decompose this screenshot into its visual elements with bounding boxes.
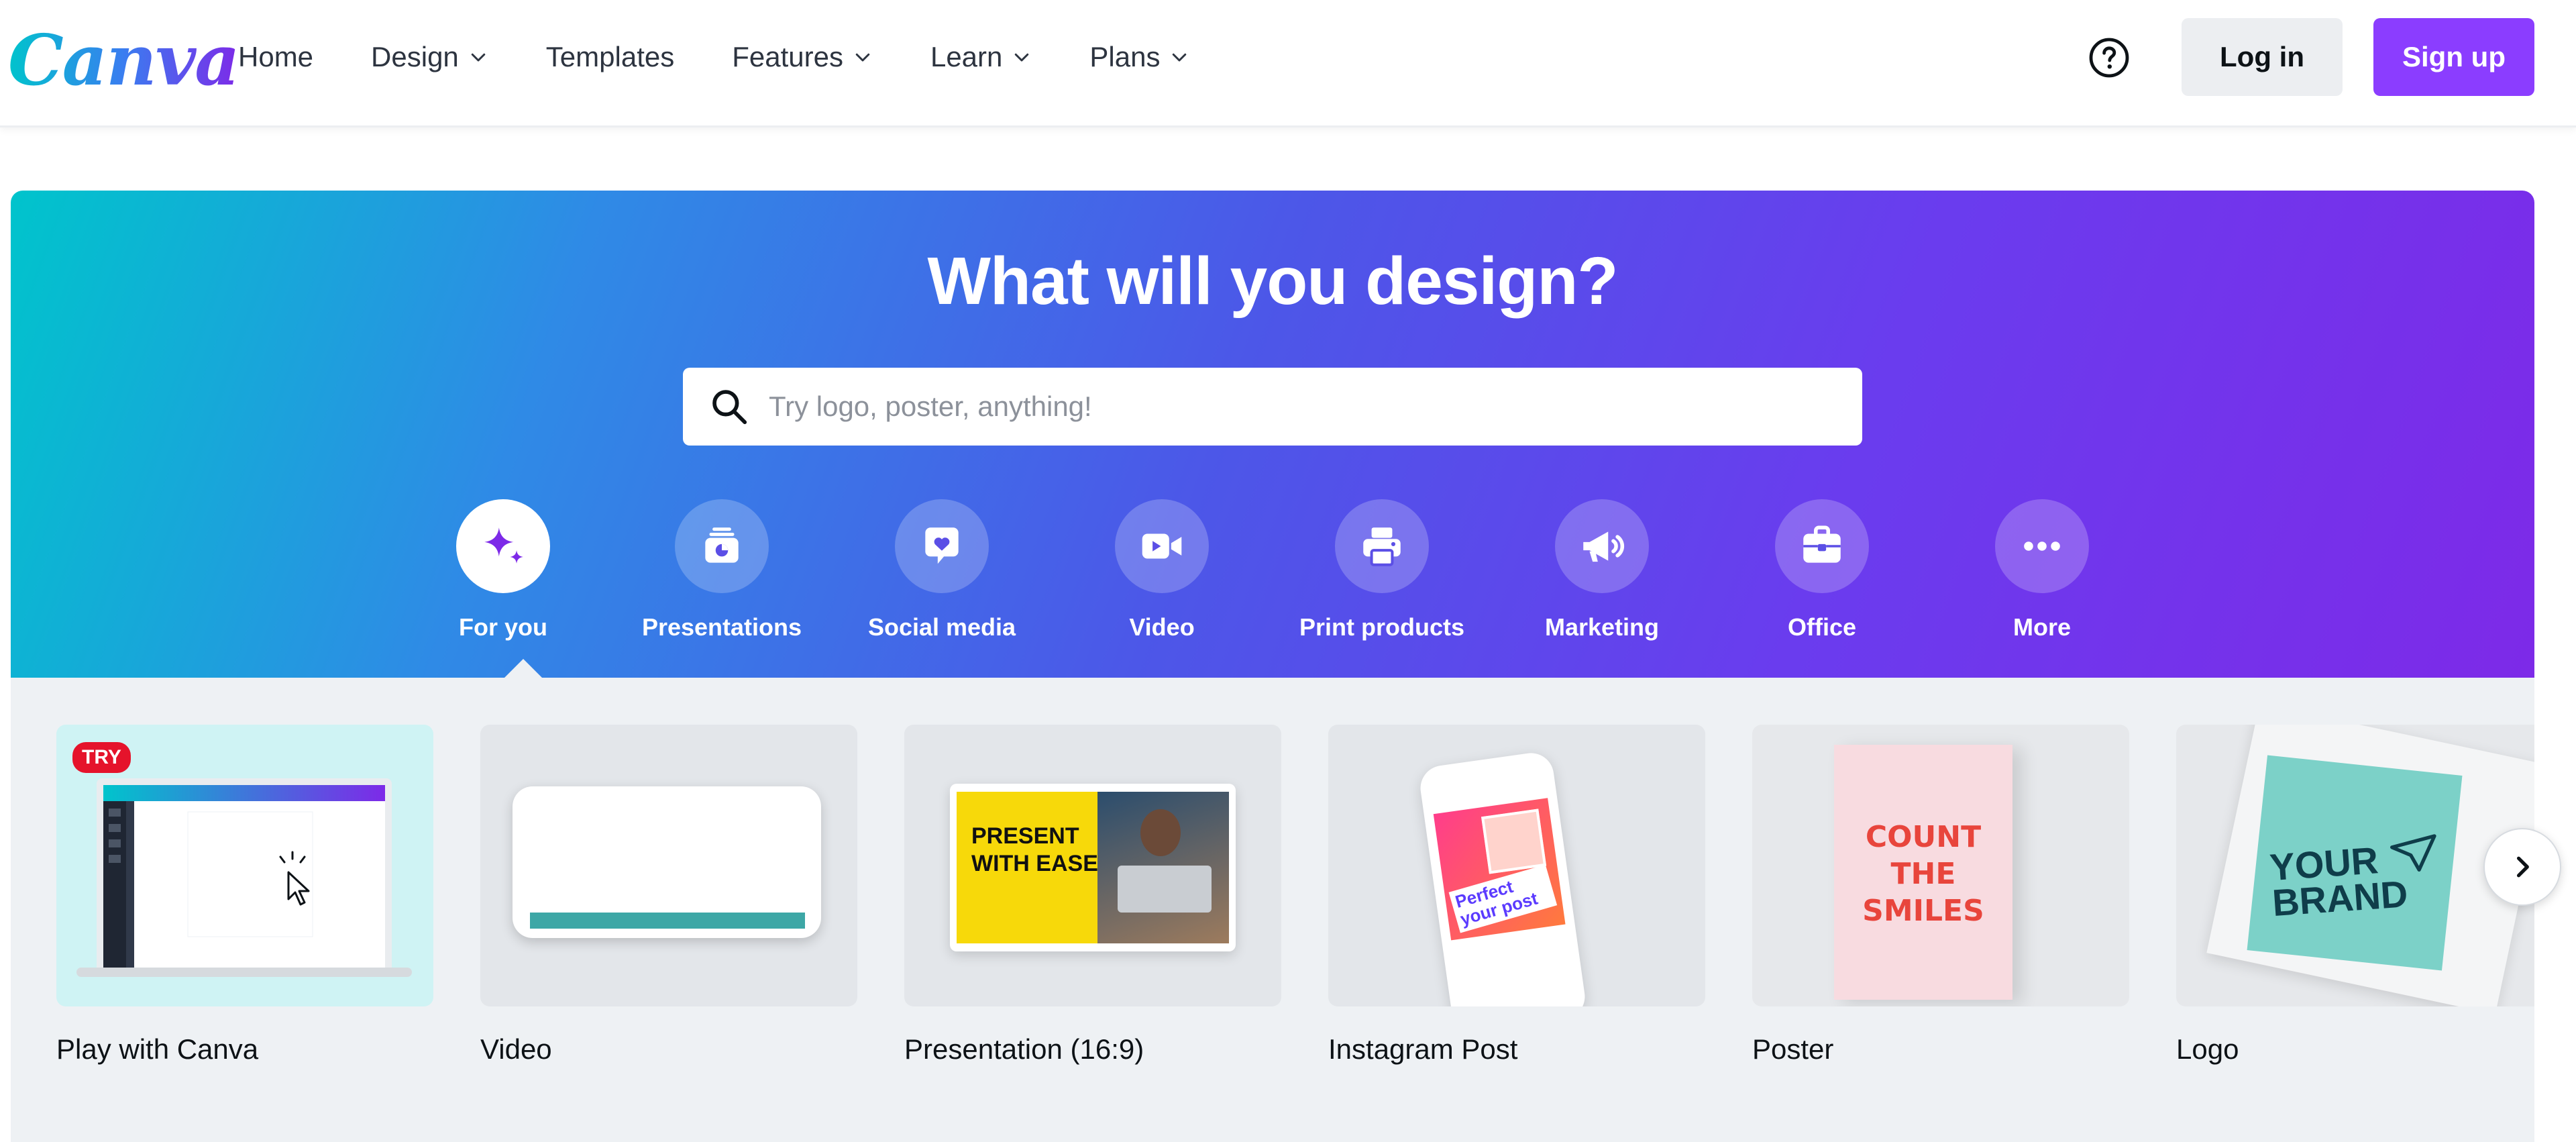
laptop-shape: [1118, 866, 1212, 913]
printer-icon: [1363, 527, 1401, 566]
video-preview: Clear your mind through yoga and meditat…: [530, 797, 805, 929]
nav-features-label: Features: [732, 41, 843, 72]
card-thumbnail: YOUR BRAND: [2176, 725, 2534, 1006]
category-label: More: [2012, 613, 2071, 641]
card-title: Logo: [2176, 1033, 2239, 1065]
card-title: Poster: [1752, 1033, 1834, 1065]
category-label: Presentations: [641, 613, 802, 641]
chevron-down-icon: [1015, 53, 1029, 62]
chevron-right-icon: [2516, 856, 2529, 878]
signup-button[interactable]: Sign up: [2373, 18, 2534, 96]
category-label: Office: [1787, 613, 1857, 641]
category-label: Social media: [867, 613, 1016, 641]
hero-title: What will you design?: [927, 244, 1619, 319]
presentation-icon: [705, 527, 739, 563]
card-title: Play with Canva: [56, 1033, 259, 1065]
video-thumb-text: Clear your mind through yoga and meditat…: [550, 812, 667, 909]
nav-plans-label: Plans: [1089, 41, 1161, 72]
nav-plans[interactable]: Plans: [1089, 41, 1189, 73]
slide-thumb-text: PRESENT WITH EASE: [971, 823, 1098, 877]
nav-templates[interactable]: Templates: [546, 41, 674, 73]
card-video[interactable]: Clear your mind through yoga and meditat…: [480, 725, 857, 1066]
chevron-down-icon: [855, 53, 870, 62]
briefcase-icon: [1803, 525, 1841, 563]
card-thumbnail: Clear your mind through yoga and meditat…: [480, 725, 857, 1006]
category-presentations[interactable]: Presentations: [628, 499, 816, 641]
post-preview: Perfect your post: [1433, 798, 1566, 941]
nav-home-label: Home: [238, 41, 314, 72]
phone-frame: Clear your mind through yoga and meditat…: [513, 786, 821, 938]
card-instagram-post[interactable]: Perfect your post Instagram Post: [1328, 725, 1705, 1066]
nav-learn-label: Learn: [930, 41, 1003, 72]
login-button[interactable]: Log in: [2182, 18, 2343, 96]
poster-thumb-text: COUNT THE SMILES: [1862, 820, 1984, 928]
sparkle-icon: [484, 527, 523, 564]
paper-plane-icon: [2390, 834, 2436, 872]
slide-preview: PRESENT WITH EASE: [957, 792, 1229, 943]
design-types-carousel: TRY Play with Canva Clear your mind thro…: [11, 678, 2534, 1142]
post-thumb-text: Perfect your post: [1448, 864, 1558, 933]
nav-design-label: Design: [371, 41, 459, 72]
card-poster[interactable]: COUNT THE SMILES Poster: [1752, 725, 2129, 1066]
category-label: Print products: [1299, 613, 1464, 641]
carousel-next-button[interactable]: [2483, 828, 2561, 906]
active-category-pointer: [503, 659, 543, 679]
question-circle-icon[interactable]: [2088, 36, 2131, 79]
card-thumbnail: TRY: [56, 725, 433, 1006]
card-title: Video: [480, 1033, 552, 1065]
logo-square: YOUR BRAND: [2247, 755, 2463, 971]
canva-logo[interactable]: Canva: [8, 19, 240, 101]
card-thumbnail: COUNT THE SMILES: [1752, 725, 2129, 1006]
more-dots-icon: [2024, 541, 2060, 551]
chevron-down-icon: [471, 53, 486, 62]
slide-frame: PRESENT WITH EASE: [950, 784, 1236, 951]
category-video[interactable]: Video: [1068, 499, 1256, 641]
main-nav: Home Design Templates Features Learn Pla…: [238, 0, 1247, 114]
category-more[interactable]: More: [1948, 499, 2136, 641]
design-search-bar[interactable]: [683, 368, 1862, 446]
card-title: Instagram Post: [1328, 1033, 1518, 1065]
card-presentation[interactable]: PRESENT WITH EASE Presentation (16:9): [904, 725, 1281, 1066]
category-print-products[interactable]: Print products: [1288, 499, 1476, 641]
megaphone-icon: [1583, 531, 1625, 562]
search-input[interactable]: [769, 391, 1775, 423]
heart-chat-icon: [925, 527, 959, 564]
nav-templates-label: Templates: [545, 41, 675, 72]
try-badge: TRY: [72, 742, 131, 773]
hero-banner: What will you design? For you Presentati…: [11, 191, 2534, 679]
category-for-you[interactable]: For you: [409, 499, 597, 641]
category-label: Video: [1129, 613, 1195, 641]
category-label: Marketing: [1544, 613, 1660, 641]
card-logo[interactable]: YOUR BRAND Logo: [2176, 725, 2534, 1066]
person-head: [1140, 809, 1181, 856]
card-play-with-canva[interactable]: TRY Play with Canva: [56, 725, 433, 1066]
nav-learn[interactable]: Learn: [930, 41, 1032, 73]
category-social-media[interactable]: Social media: [848, 499, 1036, 641]
poster-sheet: COUNT THE SMILES: [1834, 745, 2012, 1000]
video-progress-bar: [530, 913, 805, 929]
category-marketing[interactable]: Marketing: [1508, 499, 1696, 641]
nav-home[interactable]: Home: [238, 41, 313, 73]
phone-frame: Perfect your post: [1417, 750, 1588, 1006]
top-navigation-bar: Canva Home Design Templates Features Lea…: [0, 0, 2576, 127]
video-camera-icon: [1142, 533, 1182, 559]
nav-features[interactable]: Features: [732, 41, 873, 73]
search-icon: [712, 390, 747, 425]
card-thumbnail: Perfect your post: [1328, 725, 1705, 1006]
post-photo: [1481, 809, 1547, 874]
card-thumbnail: PRESENT WITH EASE: [904, 725, 1281, 1006]
category-label: For you: [459, 613, 547, 641]
card-title: Presentation (16:9): [904, 1033, 1144, 1065]
chevron-down-icon: [1173, 53, 1187, 62]
category-office[interactable]: Office: [1728, 499, 1916, 641]
nav-design[interactable]: Design: [371, 41, 488, 73]
